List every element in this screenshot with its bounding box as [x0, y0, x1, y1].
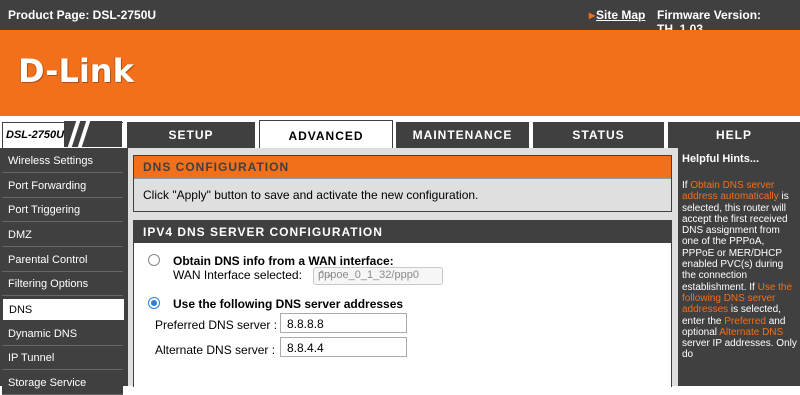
tab-help[interactable]: HELP	[668, 122, 800, 148]
preferred-dns-input[interactable]: 8.8.8.8	[280, 313, 407, 333]
sidebar-item-port-triggering[interactable]: Port Triggering	[2, 199, 123, 222]
sidebar-item-label: Wireless Settings	[8, 155, 93, 167]
top-bar: Product Page: DSL-2750U ▸ Site Map Firmw…	[0, 0, 800, 36]
dns-configuration-title: DNS CONFIGURATION	[134, 156, 671, 178]
obtain-dns-wan-label: Obtain DNS info from a WAN interface:	[173, 254, 394, 268]
sidebar-item-dns[interactable]: DNS	[2, 298, 125, 321]
model-label: DSL-2750U	[6, 129, 65, 141]
site-map-bullet-icon: ▸	[589, 8, 596, 22]
preferred-dns-value: 8.8.8.8	[287, 317, 324, 331]
tab-maintenance[interactable]: MAINTENANCE	[396, 122, 529, 148]
use-static-dns-radio[interactable]	[148, 297, 160, 309]
sidebar-item-parental-control[interactable]: Parental Control	[2, 249, 123, 272]
sidebar-item-storage-service[interactable]: Storage Service	[2, 372, 123, 395]
alternate-dns-value: 8.8.4.4	[287, 341, 324, 355]
use-static-dns-label: Use the following DNS server addresses	[173, 297, 404, 311]
select-arrows-icon: ⌃⌄	[318, 269, 334, 279]
wan-interface-label: WAN Interface selected:	[173, 268, 302, 282]
helpful-hints-title: Helpful Hints...	[682, 153, 759, 165]
hint-text: server IP addresses. Only do	[682, 338, 797, 361]
helpful-hints-panel: Helpful Hints... If Obtain DNS server ad…	[678, 148, 800, 386]
tab-setup[interactable]: SETUP	[127, 122, 255, 148]
model-slashes-decoration	[64, 119, 122, 149]
sidebar-item-dynamic-dns[interactable]: Dynamic DNS	[2, 323, 123, 346]
alternate-dns-input[interactable]: 8.8.4.4	[280, 337, 407, 357]
tab-status[interactable]: STATUS	[533, 122, 664, 148]
sidebar-item-dmz[interactable]: DMZ	[2, 224, 123, 247]
ipv4-dns-box: IPV4 DNS SERVER CONFIGURATION Obtain DNS…	[133, 220, 672, 387]
sidebar-item-label: Parental Control	[8, 254, 88, 266]
helpful-hints-text: If Obtain DNS server address automatical…	[682, 180, 798, 361]
preferred-dns-label: Preferred DNS server :	[155, 318, 278, 332]
dns-configuration-description: Click "Apply" button to save and activat…	[134, 178, 671, 211]
main-content: DNS CONFIGURATION Click "Apply" button t…	[128, 148, 678, 387]
sidebar-item-label: DMZ	[8, 229, 32, 241]
product-page-label: Product Page: DSL-2750U	[8, 8, 157, 22]
sidebar-item-label: Port Forwarding	[8, 180, 87, 192]
hint-highlight: Alternate DNS	[719, 326, 784, 338]
dns-configuration-box: DNS CONFIGURATION Click "Apply" button t…	[133, 155, 672, 212]
alternate-dns-label: Alternate DNS server :	[155, 343, 276, 357]
sidebar-item-port-forwarding[interactable]: Port Forwarding	[2, 175, 123, 198]
hint-text: is selected, this router will accept the…	[682, 191, 789, 293]
tab-advanced[interactable]: ADVANCED	[259, 120, 393, 150]
sidebar-item-label: Filtering Options	[8, 278, 89, 290]
sidebar-item-ip-tunnel[interactable]: IP Tunnel	[2, 347, 123, 370]
hint-highlight: Preferred	[724, 315, 766, 327]
site-map-link[interactable]: Site Map	[596, 8, 645, 22]
sidebar-item-label: Dynamic DNS	[8, 328, 78, 340]
dlink-logo: D-Link	[18, 52, 134, 90]
sidebar-item-label: IP Tunnel	[8, 352, 55, 364]
ipv4-dns-title: IPV4 DNS SERVER CONFIGURATION	[134, 221, 671, 243]
hint-highlight: Obtain DNS server address automatically	[682, 180, 779, 203]
sidebar-item-wireless-settings[interactable]: Wireless Settings	[2, 150, 123, 173]
obtain-dns-wan-radio[interactable]	[148, 254, 160, 266]
sidebar-item-filtering-options[interactable]: Filtering Options	[2, 273, 123, 296]
sidebar-item-label: Storage Service	[8, 377, 87, 389]
sidebar-item-label: DNS	[9, 304, 33, 316]
sidebar-item-label: Port Triggering	[8, 204, 81, 216]
wan-interface-select[interactable]: pppoe_0_1_32/ppp0 ⌃⌄	[313, 267, 443, 285]
